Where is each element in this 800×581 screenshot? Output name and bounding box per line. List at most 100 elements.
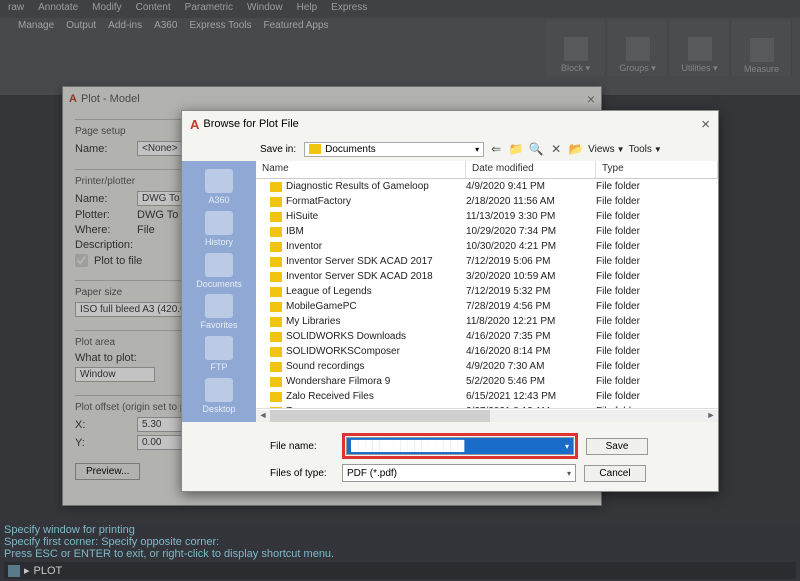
close-icon[interactable]: × <box>587 91 595 107</box>
menu-item[interactable]: raw <box>8 2 24 16</box>
file-row[interactable]: Wondershare Filmora 95/2/2020 5:46 PMFil… <box>256 374 718 389</box>
folder-icon <box>270 362 282 372</box>
folder-icon <box>270 212 282 222</box>
menu-item[interactable]: Annotate <box>38 2 78 16</box>
offset-y-label: Y: <box>75 437 131 449</box>
file-row[interactable]: Inventor Server SDK ACAD 20183/20/2020 1… <box>256 269 718 284</box>
ribbon: Manage Output Add-ins A360 Express Tools Feat… <box>0 18 800 96</box>
preview-button[interactable]: Preview... <box>75 463 140 480</box>
save-button[interactable]: Save <box>586 438 648 455</box>
where-value: File <box>137 224 155 236</box>
places-item[interactable]: History <box>189 209 249 249</box>
folder-icon <box>270 317 282 327</box>
page-setup-name-label: Name: <box>75 143 131 155</box>
menu-item[interactable]: Window <box>247 2 283 16</box>
folder-icon <box>270 332 282 342</box>
scroll-left-icon[interactable]: ◄ <box>256 410 270 422</box>
ribbon-tab[interactable]: Add-ins <box>108 20 142 34</box>
printer-name-label: Name: <box>75 193 131 205</box>
file-row[interactable]: Inventor Server SDK ACAD 20177/12/2019 5… <box>256 254 718 269</box>
files-of-type-select[interactable]: PDF (*.pdf)▾ <box>342 464 576 482</box>
ribbon-panel[interactable]: Measure <box>732 20 792 76</box>
folder-icon <box>270 242 282 252</box>
horizontal-scrollbar[interactable]: ◄ ► <box>256 408 718 422</box>
file-row[interactable]: IBM10/29/2020 7:34 PMFile folder <box>256 224 718 239</box>
folder-icon <box>270 392 282 402</box>
offset-x-label: X: <box>75 419 131 431</box>
folder-icon <box>270 302 282 312</box>
file-row[interactable]: MobileGamePC7/28/2019 4:56 PMFile folder <box>256 299 718 314</box>
file-row[interactable]: Zalo Received Files6/15/2021 12:43 PMFil… <box>256 389 718 404</box>
files-of-type-label: Files of type: <box>270 468 334 479</box>
column-date[interactable]: Date modified <box>466 161 596 178</box>
autocad-icon: A <box>190 117 199 132</box>
ribbon-tab[interactable]: Express Tools <box>189 20 251 34</box>
browse-dialog-title: Browse for Plot File <box>203 118 298 130</box>
description-label: Description: <box>75 239 131 251</box>
save-in-value: Documents <box>325 144 376 155</box>
cancel-button[interactable]: Cancel <box>584 465 646 482</box>
folder-icon <box>270 377 282 387</box>
file-row[interactable]: FormatFactory2/18/2020 11:56 AMFile fold… <box>256 194 718 209</box>
menu-item[interactable]: Help <box>297 2 318 16</box>
command-prompt[interactable]: ▸ PLOT <box>4 562 796 579</box>
browse-dialog: A Browse for Plot File × Save in: Docume… <box>181 110 719 492</box>
up-icon[interactable]: 📁 <box>508 141 524 157</box>
ribbon-tab[interactable]: Featured Apps <box>264 20 329 34</box>
tools-dropdown[interactable]: Tools▼ <box>629 144 662 155</box>
plotter-label: Plotter: <box>75 209 131 221</box>
file-row[interactable]: My Libraries11/8/2020 12:21 PMFile folde… <box>256 314 718 329</box>
save-in-select[interactable]: Documents ▾ <box>304 142 484 157</box>
where-label: Where: <box>75 224 131 236</box>
places-item[interactable]: FTP <box>189 334 249 374</box>
folder-icon <box>270 257 282 267</box>
places-item[interactable]: A360 <box>189 167 249 207</box>
file-name-input[interactable]: ████████████████▾ <box>346 437 574 455</box>
file-list-header: Name Date modified Type <box>256 161 718 179</box>
what-to-plot-select[interactable]: Window <box>75 367 155 382</box>
file-row[interactable]: HiSuite11/13/2019 3:30 PMFile folder <box>256 209 718 224</box>
plot-dialog-title: Plot - Model <box>81 93 140 105</box>
menu-item[interactable]: Modify <box>92 2 121 16</box>
plot-to-file-checkbox[interactable] <box>75 254 88 267</box>
folder-icon <box>309 144 321 154</box>
scroll-right-icon[interactable]: ► <box>704 410 718 422</box>
menu-item[interactable]: Content <box>136 2 171 16</box>
places-item[interactable]: Favorites <box>189 292 249 332</box>
close-icon[interactable]: × <box>701 116 710 133</box>
file-row[interactable]: SOLIDWORKS Downloads4/16/2020 7:35 PMFil… <box>256 329 718 344</box>
ribbon-tab[interactable]: Output <box>66 20 96 34</box>
column-name[interactable]: Name <box>256 161 466 178</box>
file-name-label: File name: <box>270 441 334 452</box>
places-item[interactable]: Desktop <box>189 376 249 416</box>
ribbon-tab[interactable]: A360 <box>154 20 177 34</box>
plot-to-file-label: Plot to file <box>94 255 142 267</box>
places-bar: A360HistoryDocumentsFavoritesFTPDesktop <box>182 161 256 422</box>
folder-icon <box>270 287 282 297</box>
column-type[interactable]: Type <box>596 161 718 178</box>
ribbon-panel[interactable]: Utilities ▾ <box>670 20 730 76</box>
menu-item[interactable]: Parametric <box>185 2 233 16</box>
menu-bar: raw Annotate Modify Content Parametric Window… <box>0 0 800 18</box>
search-icon[interactable]: 🔍 <box>528 141 544 157</box>
delete-icon[interactable]: ✕ <box>548 141 564 157</box>
what-to-plot-label: What to plot: <box>75 352 137 364</box>
file-row[interactable]: Diagnostic Results of Gameloop4/9/2020 9… <box>256 179 718 194</box>
views-dropdown[interactable]: Views▼ <box>588 144 624 155</box>
menu-item[interactable]: Express <box>331 2 367 16</box>
filename-highlight: ████████████████▾ <box>342 433 578 459</box>
back-icon[interactable]: ⇐ <box>488 141 504 157</box>
file-row[interactable]: Sound recordings4/9/2020 7:30 AMFile fol… <box>256 359 718 374</box>
ribbon-tab[interactable]: Manage <box>18 20 54 34</box>
ribbon-panel[interactable]: Block ▾ <box>546 20 606 76</box>
new-folder-icon[interactable]: 📂 <box>568 141 584 157</box>
folder-icon <box>270 182 282 192</box>
ribbon-panel[interactable]: Groups ▾ <box>608 20 668 76</box>
folder-icon <box>270 197 282 207</box>
folder-icon <box>270 272 282 282</box>
file-row[interactable]: SOLIDWORKSComposer4/16/2020 8:14 PMFile … <box>256 344 718 359</box>
save-in-label: Save in: <box>260 144 296 155</box>
file-row[interactable]: Inventor10/30/2020 4:21 PMFile folder <box>256 239 718 254</box>
places-item[interactable]: Documents <box>189 251 249 291</box>
file-row[interactable]: League of Legends7/12/2019 5:32 PMFile f… <box>256 284 718 299</box>
